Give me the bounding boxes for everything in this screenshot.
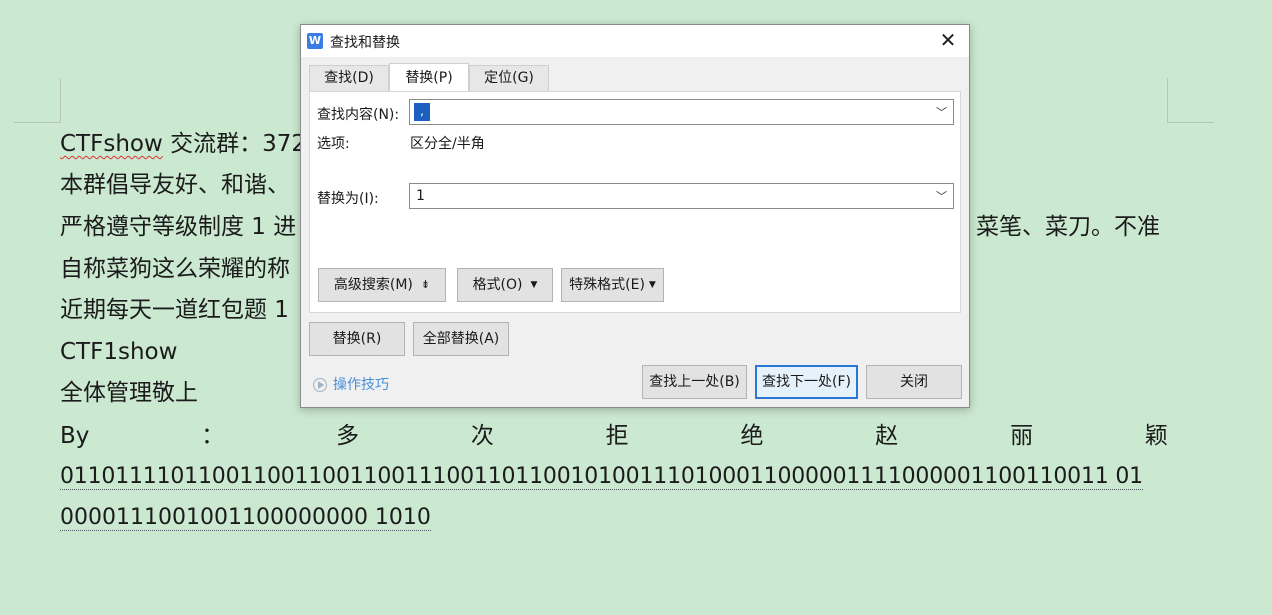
- replace-panel: 查找内容(N): , ﹀ 选项: 区分全/半角 替换为(I): 1 ﹀ 高级搜索…: [309, 91, 961, 313]
- signature-word: 颖: [1144, 423, 1168, 449]
- wps-app-icon: W: [307, 33, 323, 49]
- signature-word: 丽: [1010, 423, 1034, 449]
- binary-line-1: 0110111101100110011001100111001101100101…: [60, 462, 1143, 492]
- dialog-titlebar[interactable]: W 查找和替换 ✕: [301, 25, 969, 57]
- format-button[interactable]: 格式(O) ▼: [457, 268, 553, 302]
- signature-word: 赵: [875, 423, 899, 449]
- chevron-down-icon[interactable]: ﹀: [936, 104, 947, 120]
- chevron-down-icon[interactable]: ﹀: [936, 188, 947, 204]
- options-value: 区分全/半角: [410, 136, 485, 152]
- caret-down-icon: ▼: [530, 280, 538, 290]
- page-corner-mark: [1167, 122, 1214, 123]
- replace-button[interactable]: 替换(R): [309, 322, 405, 356]
- binary-text: 0000111001001100000000 1010: [60, 505, 431, 531]
- doc-word-ctfshow: CTFshow: [60, 131, 163, 157]
- signature-word: ：: [201, 423, 225, 449]
- doc-line-7: 全体管理敬上: [60, 380, 198, 406]
- dialog-title: 查找和替换: [330, 35, 400, 51]
- find-value-selected: ,: [414, 103, 430, 121]
- page-corner-mark: [14, 122, 61, 123]
- advanced-search-button[interactable]: 高级搜索(M) ⇟: [318, 268, 446, 302]
- doc-line-3: 严格遵守等级制度 1 进: [60, 214, 297, 240]
- replace-input[interactable]: 1 ﹀: [409, 183, 954, 209]
- signature-word: 次: [470, 423, 494, 449]
- replace-value: 1: [416, 188, 425, 204]
- binary-line-2: 0000111001001100000000 1010: [60, 503, 431, 533]
- options-label: 选项:: [317, 136, 350, 152]
- advanced-search-label: 高级搜索(M): [333, 277, 413, 293]
- close-button[interactable]: 关闭: [866, 365, 962, 399]
- find-next-button[interactable]: 查找下一处(F): [755, 365, 858, 399]
- doc-line-1: CTFshow 交流群：372: [60, 129, 306, 159]
- tab-goto[interactable]: 定位(G): [469, 65, 549, 91]
- play-circle-icon: [313, 378, 327, 392]
- signature-word: 绝: [740, 423, 764, 449]
- find-label: 查找内容(N):: [317, 107, 400, 123]
- find-replace-dialog: W 查找和替换 ✕ 查找(D) 替换(P) 定位(G) 查找内容(N): , ﹀…: [300, 24, 970, 408]
- doc-line-4: 自称菜狗这么荣耀的称: [60, 256, 290, 282]
- tips-label: 操作技巧: [333, 377, 389, 393]
- doc-line-6: CTF1show: [60, 339, 178, 365]
- caret-down-icon: ▼: [648, 280, 656, 290]
- tab-replace[interactable]: 替换(P): [389, 63, 469, 91]
- doc-line-5: 近期每天一道红包题 1: [60, 297, 289, 323]
- find-input[interactable]: , ﹀: [409, 99, 954, 125]
- binary-text: 0110111101100110011001100111001101100101…: [60, 464, 1143, 490]
- replace-all-button[interactable]: 全部替换(A): [413, 322, 509, 356]
- signature-word: 拒: [605, 423, 629, 449]
- double-down-icon: ⇟: [420, 278, 431, 291]
- doc-line-2: 本群倡导友好、和谐、: [60, 172, 290, 198]
- find-previous-button[interactable]: 查找上一处(B): [642, 365, 747, 399]
- page-corner-mark: [1167, 78, 1168, 123]
- tips-link[interactable]: 操作技巧: [313, 374, 389, 394]
- tab-find[interactable]: 查找(D): [309, 65, 389, 91]
- close-icon[interactable]: ✕: [937, 29, 959, 51]
- signature-word: By: [60, 423, 90, 449]
- special-format-button[interactable]: 特殊格式(E) ▼: [561, 268, 664, 302]
- doc-line-3-end: 菜笔、菜刀。不准: [976, 214, 1160, 240]
- page-corner-mark: [60, 78, 61, 123]
- replace-label: 替换为(I):: [317, 191, 379, 207]
- special-format-label: 特殊格式(E): [569, 277, 645, 293]
- doc-text: 交流群：372: [162, 131, 306, 157]
- signature-line: By ： 多 次 拒 绝 赵 丽 颖: [60, 421, 1168, 451]
- signature-word: 多: [336, 423, 360, 449]
- format-label: 格式(O): [472, 277, 523, 293]
